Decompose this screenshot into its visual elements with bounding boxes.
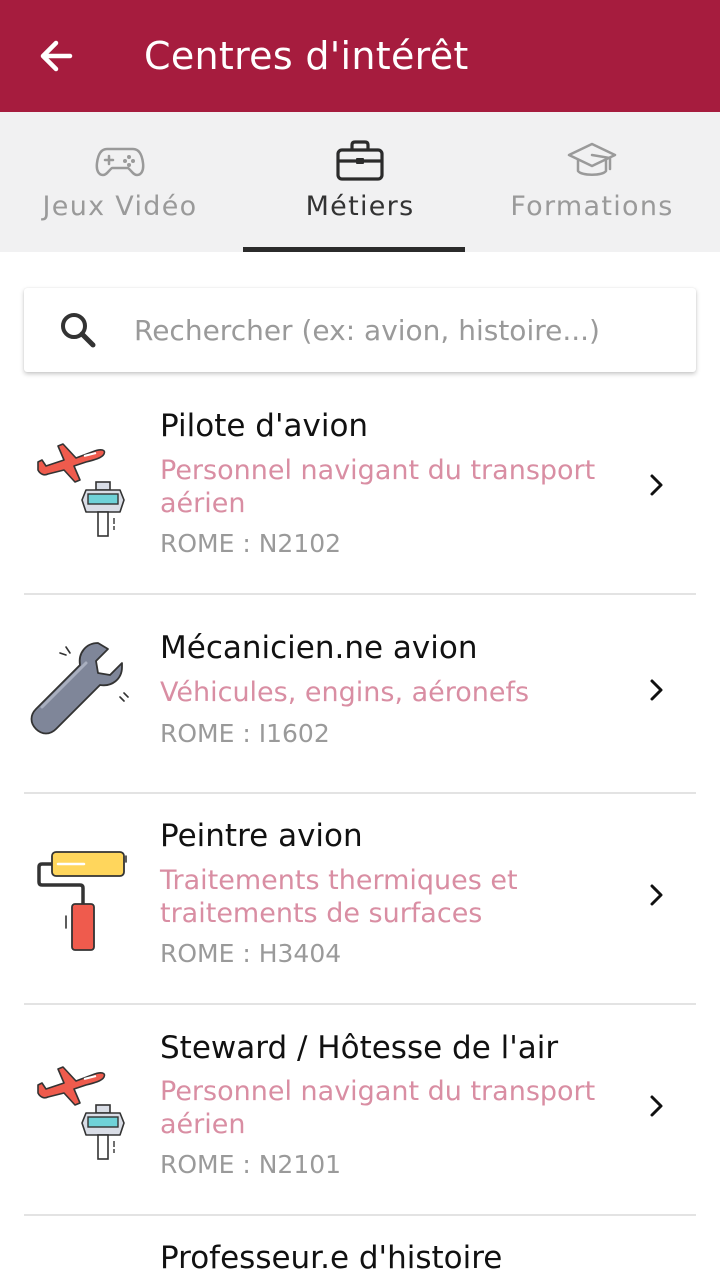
chevron-right-icon	[650, 884, 663, 906]
search-input[interactable]	[134, 304, 608, 356]
tab-label: Jeux Vidéo	[42, 191, 198, 222]
tab-label: Formations	[510, 191, 674, 222]
app-bar: Centres d'intérêt	[0, 0, 720, 112]
list-item-mecanicien-avion[interactable]: Mécanicien.ne avion Véhicules, engins, a…	[0, 595, 720, 793]
job-title: Steward / Hôtesse de l'air	[160, 1030, 559, 1066]
rome-code: ROME : N2101	[160, 1150, 342, 1179]
search-bar	[24, 288, 696, 372]
rome-code: ROME : I1602	[160, 719, 330, 748]
job-title: Pilote d'avion	[160, 408, 369, 444]
job-category: Traitements thermiques et traitements de…	[160, 865, 518, 929]
rome-code: ROME : H3404	[160, 939, 342, 968]
job-category: Personnel navigant du transport aérien	[160, 455, 596, 519]
wrench-icon	[30, 642, 129, 735]
tab-bar: Jeux Vidéo Métiers Formations	[0, 112, 720, 252]
tab-label: Métiers	[305, 191, 415, 222]
active-tab-indicator	[243, 247, 465, 252]
airplane-control-tower-icon	[37, 443, 125, 537]
graduation-cap-icon	[566, 138, 618, 184]
back-button[interactable]	[24, 28, 88, 84]
job-title: Peintre avion	[160, 818, 363, 854]
job-title: Mécanicien.ne avion	[160, 630, 478, 666]
list-item-steward-hotesse[interactable]: Steward / Hôtesse de l'air Personnel nav…	[0, 1005, 720, 1215]
job-title: Professeur.e d'histoire	[160, 1240, 503, 1276]
airplane-control-tower-icon	[37, 1066, 125, 1160]
search-icon	[61, 313, 96, 348]
job-category: Véhicules, engins, aéronefs	[160, 677, 530, 708]
chevron-right-icon	[650, 1095, 663, 1117]
briefcase-icon	[334, 138, 386, 184]
list-item-pilote-avion[interactable]: Pilote d'avion Personnel navigant du tra…	[0, 372, 720, 594]
page-title: Centres d'intérêt	[144, 34, 469, 78]
tab-formations[interactable]: Formations	[472, 112, 712, 252]
arrow-left-icon	[40, 40, 73, 72]
job-category: Personnel navigant du transport aérien	[160, 1076, 596, 1140]
chevron-right-icon	[650, 474, 663, 496]
chevron-right-icon	[650, 679, 663, 701]
rome-code: ROME : N2102	[160, 529, 342, 558]
tab-metiers[interactable]: Métiers	[240, 112, 480, 252]
tab-jeux-video[interactable]: Jeux Vidéo	[0, 112, 240, 252]
list-item-peintre-avion[interactable]: Peintre avion Traitements thermiques et …	[0, 794, 720, 1004]
list-item-professeur-histoire[interactable]: Professeur.e d'histoire	[0, 1216, 720, 1280]
paint-roller-icon	[37, 851, 127, 951]
gamepad-icon	[94, 138, 146, 184]
